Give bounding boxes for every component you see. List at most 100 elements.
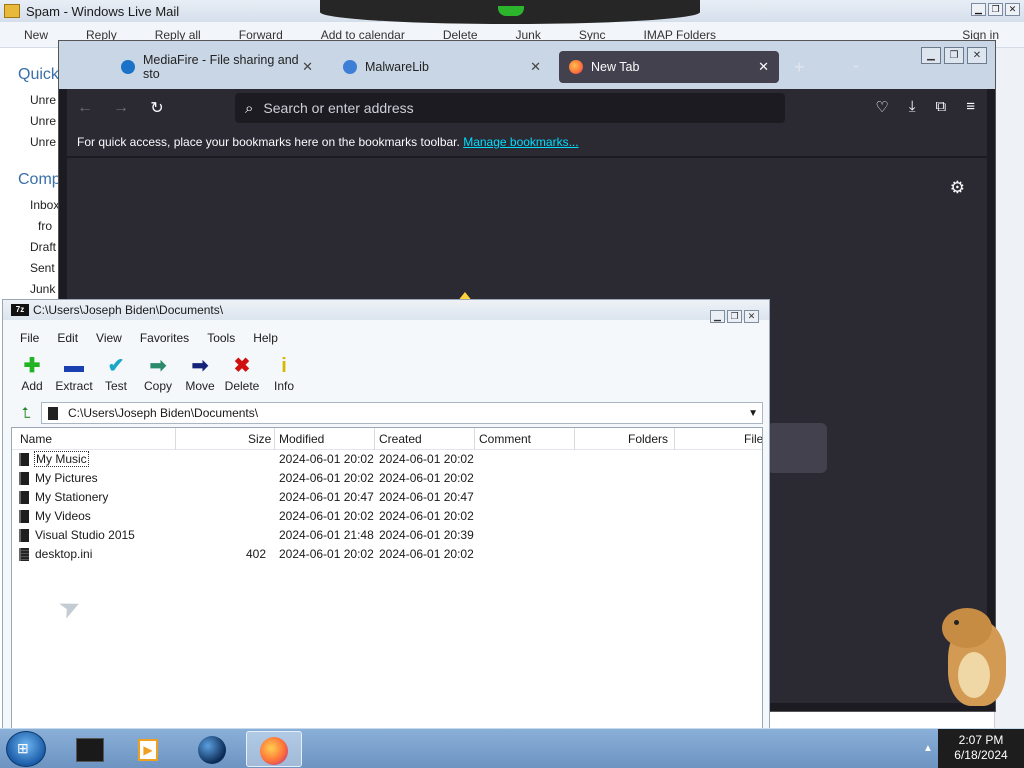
folder-item[interactable]: Draft bbox=[0, 237, 60, 258]
tab-malwarelib[interactable]: MalwareLib ✕ bbox=[333, 51, 551, 83]
column-header-name[interactable]: Name bbox=[20, 432, 52, 446]
info-button[interactable]: i Info bbox=[263, 349, 305, 399]
7zip-logo-icon: 7z bbox=[11, 304, 29, 316]
close-tab-icon[interactable]: ✕ bbox=[302, 59, 313, 75]
close-icon[interactable]: ✕ bbox=[967, 47, 987, 64]
address-text: C:\Users\Joseph Biden\Documents\ bbox=[68, 406, 259, 420]
cell-created: 2024-06-01 20:02 bbox=[379, 471, 474, 485]
restore-icon[interactable]: ❐ bbox=[727, 310, 742, 323]
cell-created: 2024-06-01 20:39 bbox=[379, 528, 474, 542]
quick-view-item[interactable]: Unre bbox=[0, 132, 60, 153]
close-icon[interactable]: ✕ bbox=[1005, 3, 1020, 16]
quick-views-header[interactable]: Quick bbox=[0, 66, 60, 84]
7zip-file-list: Name Size Modified Created Comment Folders Fil… bbox=[11, 427, 763, 729]
forward-icon[interactable]: → bbox=[103, 99, 139, 117]
menu-tools[interactable]: Tools bbox=[207, 331, 235, 345]
menu-help[interactable]: Help bbox=[253, 331, 278, 345]
back-icon[interactable]: ← bbox=[67, 99, 103, 117]
reload-icon[interactable]: ↻ bbox=[139, 98, 175, 118]
gear-icon[interactable]: ⚙ bbox=[950, 178, 965, 198]
media-player-app-icon[interactable]: ▶ bbox=[120, 731, 176, 767]
file-row[interactable]: My Pictures 2024-06-01 20:02 2024-06-01 20… bbox=[12, 469, 762, 488]
column-header-modified[interactable]: Modified bbox=[279, 432, 324, 446]
close-tab-icon[interactable]: ✕ bbox=[530, 59, 541, 75]
malwarelib-icon bbox=[343, 60, 357, 74]
live-mail-window-controls: ▁ ❐ ✕ bbox=[971, 3, 1020, 16]
7zip-toolbar: ✚ Add ▬ Extract ✔ Test ➡ Copy ➡ Move ✖ Delete i Info bbox=[11, 349, 763, 399]
firefox-app-icon[interactable] bbox=[246, 731, 302, 767]
folder-icon bbox=[19, 510, 29, 523]
extract-button[interactable]: ▬ Extract bbox=[53, 349, 95, 399]
extensions-icon[interactable]: ⧉ bbox=[936, 98, 947, 116]
test-icon: ✔ bbox=[107, 355, 125, 377]
minimize-icon[interactable]: ▁ bbox=[971, 3, 986, 16]
folder-item[interactable]: fro bbox=[0, 216, 60, 237]
pocket-icon[interactable]: ♡ bbox=[875, 98, 888, 116]
minimize-icon[interactable]: ▁ bbox=[921, 47, 941, 64]
account-header[interactable]: Comp bbox=[0, 171, 61, 189]
shortcut-card[interactable] bbox=[767, 423, 827, 473]
move-button[interactable]: ➡ Move bbox=[179, 349, 221, 399]
restore-icon[interactable]: ❐ bbox=[944, 47, 964, 64]
menu-edit[interactable]: Edit bbox=[57, 331, 78, 345]
test-button[interactable]: ✔ Test bbox=[95, 349, 137, 399]
folder-item[interactable]: Inbox bbox=[0, 195, 60, 216]
column-header-comment[interactable]: Comment bbox=[479, 432, 531, 446]
cell-modified: 2024-06-01 20:02 bbox=[279, 509, 374, 523]
file-row[interactable]: My Music 2024-06-01 20:02 2024-06-01 20:02 bbox=[12, 450, 762, 469]
system-clock[interactable]: 2:07 PM 6/18/2024 bbox=[938, 729, 1024, 768]
list-tabs-icon[interactable]: ⌄ bbox=[851, 57, 861, 71]
file-row[interactable]: My Videos 2024-06-01 20:02 2024-06-01 20:0… bbox=[12, 507, 762, 526]
address-placeholder: Search or enter address bbox=[263, 100, 414, 116]
globe-app-icon[interactable] bbox=[184, 731, 240, 767]
taskbar: ⊞ ▶ ▲ 2:07 PM 6/18/2024 bbox=[0, 728, 1024, 768]
file-row[interactable]: Visual Studio 2015 2024-06-01 21:48 2024-0… bbox=[12, 526, 762, 545]
folder-item[interactable]: Sent bbox=[0, 258, 60, 279]
file-row[interactable]: My Stationery 2024-06-01 20:47 2024-06-01 … bbox=[12, 488, 762, 507]
menu-favorites[interactable]: Favorites bbox=[140, 331, 189, 345]
downloads-icon[interactable]: ⤓ bbox=[909, 98, 916, 116]
dropdown-icon[interactable]: ▼ bbox=[748, 408, 758, 419]
cell-name: My Videos bbox=[35, 509, 91, 523]
tab-label: MalwareLib bbox=[365, 60, 429, 74]
firefox-nav-bar: ← → ↻ ⌕ Search or enter address ♡ ⤓ ⧉ ≡ bbox=[67, 89, 987, 127]
cell-name: My Pictures bbox=[35, 471, 98, 485]
restore-icon[interactable]: ❐ bbox=[988, 3, 1003, 16]
menu-file[interactable]: File bbox=[20, 331, 39, 345]
cell-modified: 2024-06-01 20:02 bbox=[279, 452, 374, 466]
terminal-app-icon[interactable] bbox=[62, 731, 118, 767]
add-button[interactable]: ✚ Add bbox=[11, 349, 53, 399]
quick-view-item[interactable]: Unre bbox=[0, 111, 60, 132]
folder-item[interactable]: Junk bbox=[0, 279, 60, 300]
firefox-icon bbox=[569, 60, 583, 74]
column-header-folders[interactable]: Folders bbox=[628, 432, 668, 446]
close-icon[interactable]: ✕ bbox=[744, 310, 759, 323]
new-tab-icon[interactable]: + bbox=[794, 57, 805, 78]
up-folder-icon[interactable]: ⮤ bbox=[11, 405, 41, 422]
tab-mediafire[interactable]: MediaFire - File sharing and sto ✕ bbox=[111, 51, 323, 83]
cell-modified: 2024-06-01 21:48 bbox=[279, 528, 374, 542]
menu-icon[interactable]: ≡ bbox=[966, 98, 975, 116]
delete-button[interactable]: ✖ Delete bbox=[221, 349, 263, 399]
tab-new-tab[interactable]: New Tab ✕ bbox=[559, 51, 779, 83]
show-hidden-icons-icon[interactable]: ▲ bbox=[918, 729, 938, 768]
column-header-file[interactable]: File bbox=[744, 432, 762, 446]
ribbon-button[interactable]: New bbox=[24, 28, 48, 42]
column-header-size[interactable]: Size bbox=[248, 432, 271, 446]
quick-view-item[interactable]: Unre bbox=[0, 90, 60, 111]
tab-label: MediaFire - File sharing and sto bbox=[143, 53, 299, 81]
cell-created: 2024-06-01 20:02 bbox=[379, 547, 474, 561]
7zip-window: 7z C:\Users\Joseph Biden\Documents\ ▁ ❐ … bbox=[2, 299, 770, 729]
close-tab-icon[interactable]: ✕ bbox=[758, 59, 769, 75]
7zip-address-field[interactable]: C:\Users\Joseph Biden\Documents\ ▼ bbox=[41, 402, 763, 424]
copy-button[interactable]: ➡ Copy bbox=[137, 349, 179, 399]
minimize-icon[interactable]: ▁ bbox=[710, 310, 725, 323]
column-header-created[interactable]: Created bbox=[379, 432, 422, 446]
start-button[interactable]: ⊞ bbox=[6, 731, 46, 767]
menu-view[interactable]: View bbox=[96, 331, 122, 345]
folder-icon bbox=[19, 529, 29, 542]
address-bar[interactable]: ⌕ Search or enter address bbox=[235, 93, 785, 123]
manage-bookmarks-link[interactable]: Manage bookmarks... bbox=[463, 135, 578, 149]
file-row[interactable]: desktop.ini 402 2024-06-01 20:02 2024-06-01… bbox=[12, 545, 762, 564]
tool-label: Test bbox=[104, 379, 127, 393]
